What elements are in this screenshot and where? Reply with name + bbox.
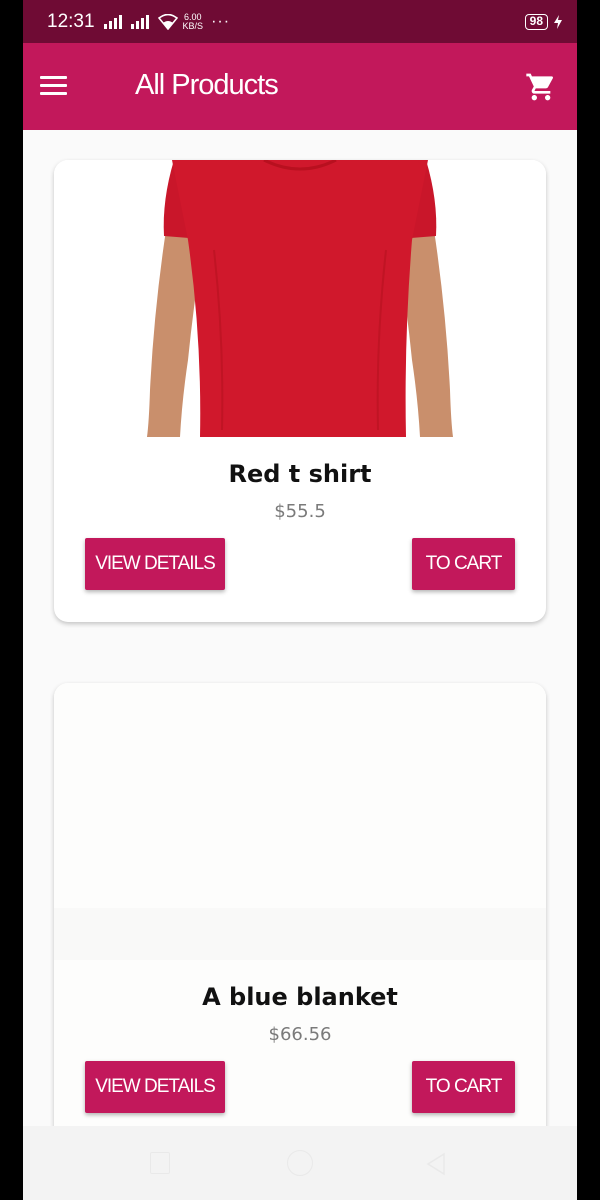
battery-level: 98 [529, 13, 543, 28]
shopping-cart-icon[interactable] [525, 71, 557, 103]
view-details-button[interactable]: VIEW DETAILS [85, 538, 225, 590]
product-price: $55.5 [274, 501, 326, 522]
network-speed: 6.00 KB/S [182, 12, 204, 31]
recent-apps-icon[interactable] [150, 1152, 170, 1174]
status-bar: 12:31 6.00 KB/S ··· 98 [23, 0, 577, 43]
network-speed-unit: KB/S [182, 20, 204, 31]
view-details-button[interactable]: VIEW DETAILS [85, 1061, 225, 1113]
product-title: A blue blanket [202, 983, 398, 1011]
to-cart-button[interactable]: TO CART [412, 1061, 515, 1113]
product-image-blue-blanket[interactable] [54, 683, 546, 960]
more-notifications-icon: ··· [211, 12, 231, 30]
phone-screen: 12:31 6.00 KB/S ··· 98 All Products Red … [23, 0, 577, 1200]
charging-icon [554, 14, 562, 29]
to-cart-button[interactable]: TO CART [412, 538, 515, 590]
back-icon[interactable] [425, 1152, 447, 1176]
battery-icon: 98 [524, 13, 548, 30]
product-image-red-t-shirt[interactable] [54, 160, 546, 437]
product-price: $66.56 [268, 1024, 332, 1045]
page-title: All Products [135, 69, 279, 101]
home-icon[interactable] [287, 1150, 313, 1176]
wifi-icon [157, 13, 178, 30]
system-nav-bar [23, 1126, 577, 1200]
signal-icon-2 [130, 14, 149, 29]
hamburger-menu-icon[interactable] [40, 76, 67, 96]
app-bar: All Products [23, 43, 577, 130]
status-time: 12:31 [47, 10, 95, 32]
signal-icon [103, 14, 122, 29]
product-list[interactable]: Red t shirt $55.5 VIEW DETAILS TO CART A… [23, 130, 577, 1126]
product-card[interactable]: Red t shirt $55.5 VIEW DETAILS TO CART [54, 160, 546, 622]
product-card[interactable]: A blue blanket $66.56 VIEW DETAILS TO CA… [54, 683, 546, 1126]
product-title: Red t shirt [228, 460, 372, 488]
